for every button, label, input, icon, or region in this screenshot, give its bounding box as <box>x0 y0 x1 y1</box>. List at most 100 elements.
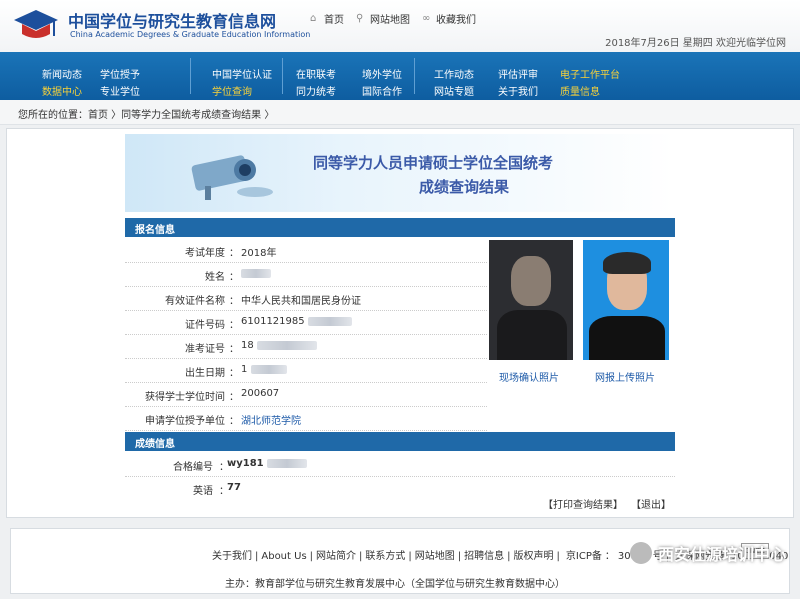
field-colon: ： <box>229 320 239 331</box>
field-value <box>241 268 271 279</box>
field-row: 准考证号 ： 18 <box>125 334 487 359</box>
nav-equal-exam[interactable]: 同力统考 <box>296 83 336 98</box>
main-nav: 新闻动态 数据中心 学位授予 专业学位 中国学位认证 学位查询 在职联考 同力统… <box>0 52 800 100</box>
field-row: 证件号码 ： 6101121985 <box>125 310 487 335</box>
field-value-text: 1 <box>241 364 248 375</box>
score-label: 合格编号 <box>173 462 213 473</box>
nav-onjob-exam[interactable]: 在职联考 <box>296 66 336 81</box>
field-row: 考试年度 ： 2018年 <box>125 238 487 263</box>
site-title[interactable]: 中国学位与研究生教育信息网 <box>68 8 276 32</box>
nav-degree-award[interactable]: 学位授予 <box>100 66 140 81</box>
shoulders <box>497 310 567 360</box>
redacted-blur <box>267 458 308 468</box>
nav-professional-degree[interactable]: 专业学位 <box>100 83 140 98</box>
footer-link-sitemap[interactable]: 网站地图 <box>412 551 458 562</box>
print-result-button[interactable]: 【打印查询结果】 <box>543 496 623 511</box>
nav-divider <box>190 58 191 94</box>
result-card: 同等学力人员申请硕士学位全国统考 成绩查询结果 报名信息 考试年度 ： 2018年… <box>6 128 794 518</box>
result-banner: 同等学力人员申请硕士学位全国统考 成绩查询结果 <box>125 134 675 212</box>
camera-illustration-icon <box>191 155 273 200</box>
field-row: 有效证件名称 ： 中华人民共和国居民身份证 <box>125 286 487 311</box>
field-colon: ： <box>229 368 239 379</box>
bookmark-link[interactable]: ∞ 收藏我们 <box>422 11 476 26</box>
footer-link-about-en[interactable]: About Us <box>258 551 309 562</box>
nav-international[interactable]: 国际合作 <box>362 83 402 98</box>
score-label: 英语 <box>193 486 213 497</box>
field-value-text: 18 <box>241 340 254 351</box>
footer-link-contact[interactable]: 联系方式 <box>362 551 408 562</box>
onsite-photo <box>489 240 573 360</box>
footer-link-jobs[interactable]: 招聘信息 <box>461 551 507 562</box>
nav-degree-query[interactable]: 学位查询 <box>212 83 252 98</box>
upload-photo-caption: 网报上传照片 <box>595 373 655 384</box>
footer-sponsor: 主办：教育部学位与研究生教育发展中心（全国学位与研究生教育数据中心） <box>225 579 565 590</box>
field-value: 湖北师范学院 <box>241 416 301 427</box>
field-value: 1 <box>241 364 287 375</box>
section-header-registration: 报名信息 <box>125 218 675 237</box>
location-pin-icon: ⚲ <box>356 13 364 24</box>
field-value: 18 <box>241 340 317 351</box>
sitemap-link-label[interactable]: 网站地图 <box>370 11 410 26</box>
nav-degree-certification[interactable]: 中国学位认证 <box>212 66 272 81</box>
nav-evaluation[interactable]: 评估评审 <box>498 66 538 81</box>
field-label: 申请学位授予单位 <box>145 416 225 427</box>
redacted-blur <box>250 364 287 374</box>
section-title: 成绩信息 <box>135 439 175 450</box>
watermark: 西安仕源培训中心 <box>629 541 786 565</box>
field-row: 姓名 ： <box>125 262 487 287</box>
field-label: 姓名 <box>205 272 225 283</box>
redacted-blur <box>256 340 317 350</box>
nav-divider <box>282 58 283 94</box>
top-header: 中国学位与研究生教育信息网 China Academic Degrees & G… <box>0 0 800 53</box>
field-value: 中华人民共和国居民身份证 <box>241 296 361 307</box>
wechat-icon <box>629 542 652 564</box>
breadcrumb: 您所在的位置：首页 〉同等学力全国统考成绩查询结果 〉 <box>0 100 800 125</box>
score-value-text: wy181 <box>227 458 264 469</box>
home-link[interactable]: ⌂ 首页 <box>310 11 344 26</box>
nav-about[interactable]: 关于我们 <box>498 83 538 98</box>
home-icon: ⌂ <box>310 13 317 24</box>
nav-topics[interactable]: 网站专题 <box>434 83 474 98</box>
field-row: 申请学位授予单位 ： 湖北师范学院 <box>125 406 487 431</box>
sitemap-link[interactable]: ⚲ 网站地图 <box>356 11 410 26</box>
icp-label: 京ICP备 <box>565 551 602 562</box>
field-label: 有效证件名称 <box>165 296 225 307</box>
site-subtitle: China Academic Degrees & Graduate Educat… <box>70 30 311 39</box>
nav-e-platform[interactable]: 电子工作平台 <box>560 66 620 81</box>
score-row: 合格编号： wy181 <box>125 452 675 477</box>
face-blur <box>511 256 551 306</box>
field-label: 出生日期 <box>185 368 225 379</box>
site-logo-icon[interactable] <box>14 6 58 44</box>
section-title: 报名信息 <box>135 225 175 236</box>
field-label: 考试年度 <box>185 248 225 259</box>
nav-data-center[interactable]: 数据中心 <box>42 83 82 98</box>
nav-overseas-degree[interactable]: 境外学位 <box>362 66 402 81</box>
field-row: 出生日期 ： 1 <box>125 358 487 383</box>
hair <box>603 252 651 274</box>
field-colon: ： <box>229 392 239 403</box>
footer-link-intro[interactable]: 网站简介 <box>313 551 359 562</box>
result-actions: 【打印查询结果】 【退出】 <box>543 496 671 511</box>
watermark-text: 西安仕源培训中心 <box>657 545 786 564</box>
exit-button[interactable]: 【退出】 <box>631 496 671 511</box>
field-label: 证件号码 <box>185 320 225 331</box>
bookmark-link-label[interactable]: 收藏我们 <box>436 11 476 26</box>
home-link-label[interactable]: 首页 <box>324 11 344 26</box>
score-value: 77 <box>227 482 241 493</box>
footer-link-copyright[interactable]: 版权声明 <box>511 551 557 562</box>
nav-work-news[interactable]: 工作动态 <box>434 66 474 81</box>
shoulders <box>589 316 665 360</box>
nav-quality-info[interactable]: 质量信息 <box>560 83 600 98</box>
breadcrumb-text[interactable]: 您所在的位置：首页 〉同等学力全国统考成绩查询结果 〉 <box>18 106 274 121</box>
nav-divider <box>414 58 415 94</box>
nav-news[interactable]: 新闻动态 <box>42 66 82 81</box>
field-colon: ： <box>229 416 239 427</box>
field-label: 准考证号 <box>185 344 225 355</box>
field-value: 6101121985 <box>241 316 352 327</box>
field-colon: ： <box>229 344 239 355</box>
redacted-blur <box>307 316 352 326</box>
footer-link-about[interactable]: 关于我们 <box>209 551 255 562</box>
field-label: 获得学士学位时间 <box>145 392 225 403</box>
field-row: 获得学士学位时间 ： 200607 <box>125 382 487 407</box>
onsite-photo-caption: 现场确认照片 <box>499 373 559 384</box>
